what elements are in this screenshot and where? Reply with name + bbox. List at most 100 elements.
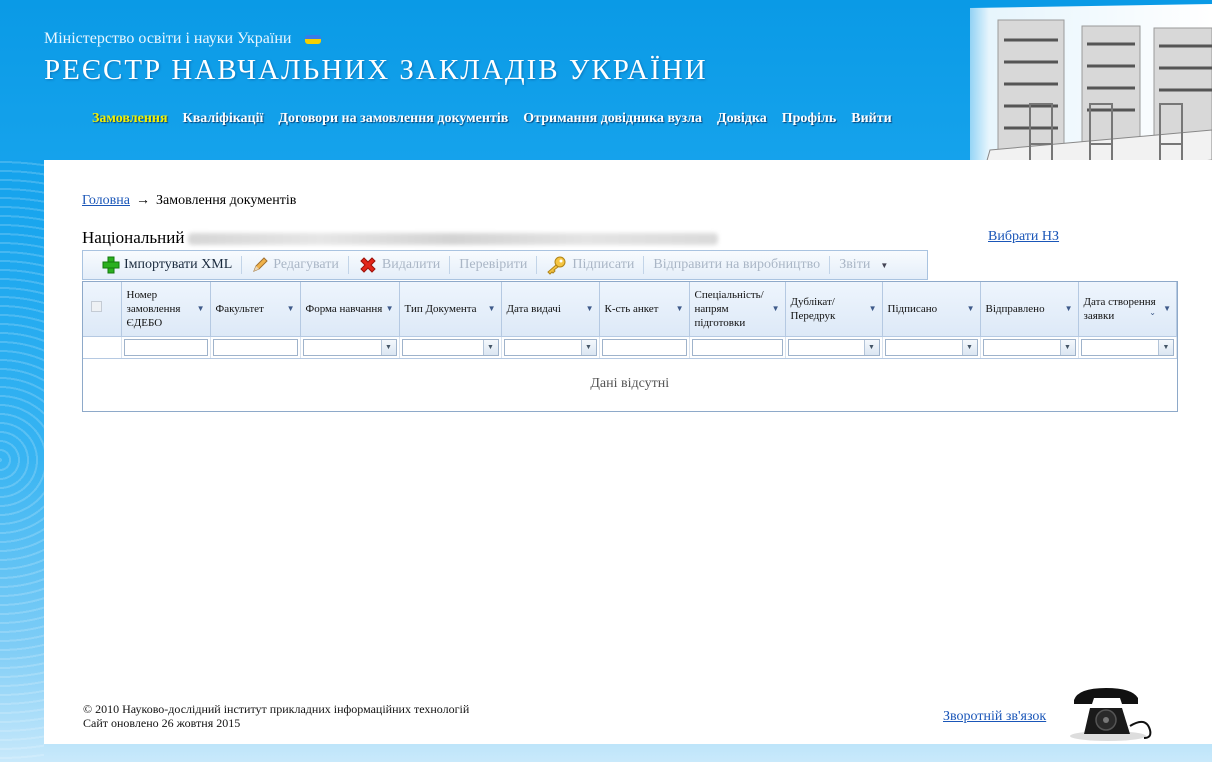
breadcrumb-arrow: →	[135, 193, 150, 208]
site-title: РЕЄСТР НАВЧАЛЬНИХ ЗАКЛАДІВ УКРАЇНИ	[44, 54, 708, 86]
delete-x-icon	[360, 257, 376, 273]
filter-cell	[210, 336, 301, 359]
column-label: Номер замовлення ЄДЕБО	[126, 288, 181, 329]
plus-icon	[102, 256, 120, 274]
breadcrumb-home[interactable]: Головна	[82, 193, 130, 208]
filter-cell	[882, 336, 981, 359]
filter-cell	[399, 336, 502, 359]
main-content: Головна → Замовлення документів Національн…	[44, 160, 1212, 744]
column-label: К-сть анкет	[604, 302, 659, 315]
column-label: Дублікат/ Передрук	[790, 295, 836, 322]
column-header-document-type[interactable]: Тип Документа ▼	[399, 282, 502, 337]
filter-icon[interactable]: ▼	[386, 302, 394, 316]
nav-qualifications[interactable]: Кваліфікації	[183, 111, 264, 127]
filter-icon[interactable]: ▼	[772, 302, 780, 316]
column-header-study-form[interactable]: Форма навчання ▼	[300, 282, 400, 337]
breadcrumb-current: Замовлення документів	[155, 193, 297, 208]
filter-icon[interactable]: ▼	[967, 302, 975, 316]
filter-input-form-count[interactable]	[601, 338, 687, 356]
breadcrumb: Головна → Замовлення документів	[82, 193, 296, 209]
filter-cell	[83, 336, 122, 359]
filter-icon[interactable]: ▼	[488, 302, 496, 316]
column-header-order-number[interactable]: Номер замовлення ЄДЕБО ▼	[121, 282, 211, 337]
filter-cell	[300, 336, 400, 359]
filter-icon[interactable]: ▼	[586, 302, 594, 316]
select-all-checkbox[interactable]	[91, 301, 102, 313]
feedback-link[interactable]: Зворотній зв'язок	[943, 709, 1046, 725]
edit-button[interactable]: Редагувати	[242, 255, 348, 275]
footer-copyright: © 2010 Науково-дослідний інститут прикла…	[83, 702, 470, 716]
column-header-duplicate[interactable]: Дублікат/ Передрук ▼	[785, 282, 883, 337]
filter-icon[interactable]: ▼	[676, 302, 684, 316]
filter-cell	[501, 336, 600, 359]
nav-help[interactable]: Довідка	[717, 111, 767, 127]
nav-node-directory[interactable]: Отримання довідника вузла	[523, 111, 702, 127]
check-label: Перевірити	[459, 257, 528, 272]
filter-cell	[121, 336, 211, 359]
filter-cell	[980, 336, 1079, 359]
select-all-column	[83, 282, 122, 337]
column-label: Підписано	[887, 302, 938, 315]
institution-prefix: Національний	[82, 228, 185, 247]
chevron-down-icon: ▼	[880, 260, 889, 270]
filter-select-document-type[interactable]	[401, 338, 499, 356]
column-header-specialty[interactable]: Спеціальність/ напрям підготовки ▼	[689, 282, 786, 337]
column-label: Форма навчання	[305, 302, 383, 315]
grid-toolbar: Імпортувати XML Редагувати Видалити Пере…	[82, 250, 928, 280]
sign-button[interactable]: Підписати	[537, 255, 643, 275]
nav-profile[interactable]: Профіль	[782, 111, 837, 127]
filter-icon[interactable]: ▼	[869, 302, 877, 316]
filter-cell	[1078, 336, 1177, 359]
column-header-sent[interactable]: Відправлено ▼	[980, 282, 1079, 337]
filter-icon[interactable]: ▼	[287, 302, 295, 316]
pencil-icon	[253, 257, 268, 272]
column-label: Факультет	[215, 302, 264, 315]
filter-select-study-form[interactable]	[302, 338, 397, 356]
filter-icon[interactable]: ▼	[1065, 302, 1073, 316]
column-label: Тип Документа	[404, 302, 477, 315]
delete-button[interactable]: Видалити	[349, 255, 449, 275]
filter-cell	[689, 336, 786, 359]
institution-title: Національний	[82, 228, 719, 248]
grid-filter-row	[83, 336, 1177, 359]
filter-select-issue-date[interactable]	[503, 338, 597, 356]
main-nav: Замовлення Кваліфікації Договори на замо…	[92, 111, 892, 127]
footer-info: © 2010 Науково-дослідний інститут прикла…	[83, 702, 469, 730]
send-to-production-button[interactable]: Відправити на виробництво	[644, 255, 829, 275]
filter-icon[interactable]: ▼	[197, 302, 205, 316]
nav-contracts[interactable]: Договори на замовлення документів	[278, 111, 508, 127]
filter-cell	[599, 336, 690, 359]
site-header: Міністерство освіти і науки України РЕЄС…	[0, 0, 1212, 235]
filter-input-specialty[interactable]	[691, 338, 783, 356]
telephone-icon[interactable]	[1066, 686, 1156, 742]
check-button[interactable]: Перевірити	[450, 255, 536, 275]
choose-institution-link[interactable]: Вибрати НЗ	[988, 229, 1059, 245]
import-xml-button[interactable]: Імпортувати XML	[93, 255, 241, 275]
sort-desc-icon: ⌄	[1149, 308, 1156, 317]
institution-name-redacted	[188, 233, 719, 246]
filter-select-sent[interactable]	[982, 338, 1076, 356]
ukraine-flag-icon	[305, 34, 322, 44]
column-label: Відправлено	[985, 302, 1045, 315]
nav-logout[interactable]: Вийти	[851, 111, 891, 127]
grid-header-row: Номер замовлення ЄДЕБО ▼ Факультет ▼ Форма…	[83, 282, 1177, 337]
sign-label: Підписати	[572, 257, 635, 272]
column-header-created-date[interactable]: Дата створення заявки ⌄ ▼	[1078, 282, 1177, 337]
column-header-signed[interactable]: Підписано ▼	[882, 282, 981, 337]
import-xml-label: Імпортувати XML	[124, 257, 233, 272]
filter-cell	[785, 336, 883, 359]
decorative-waves	[0, 160, 44, 762]
reports-dropdown-button[interactable]: Звіти ▼	[830, 255, 897, 275]
filter-select-duplicate[interactable]	[787, 338, 880, 356]
filter-select-signed[interactable]	[884, 338, 978, 356]
filter-icon[interactable]: ▼	[1163, 302, 1171, 316]
filter-input-order-number[interactable]	[123, 338, 208, 356]
column-header-faculty[interactable]: Факультет ▼	[210, 282, 301, 337]
filter-select-created-date[interactable]	[1080, 338, 1174, 356]
column-header-form-count[interactable]: К-сть анкет ▼	[599, 282, 690, 337]
nav-orders[interactable]: Замовлення	[92, 111, 168, 127]
filter-input-faculty[interactable]	[212, 338, 298, 356]
orders-grid: Номер замовлення ЄДЕБО ▼ Факультет ▼ Форма…	[82, 281, 1178, 412]
column-header-issue-date[interactable]: Дата видачі ▼	[501, 282, 600, 337]
no-data-message: Дані відсутні	[590, 376, 670, 392]
